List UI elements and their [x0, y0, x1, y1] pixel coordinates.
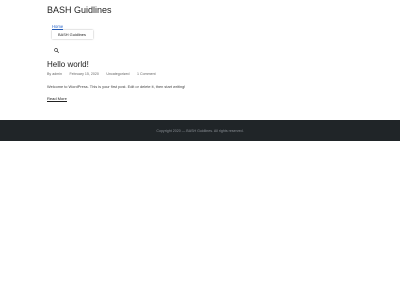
post-meta: By admin February 15, 2020 Uncategorized…	[47, 72, 162, 76]
nav-submenu: BASH Guidlines	[52, 30, 93, 39]
site-footer: Copyright 2020 — BASH Guidlines. All rig…	[0, 120, 400, 141]
search-icon[interactable]	[54, 40, 59, 53]
post-excerpt: Welcome to WordPress. This is your first…	[47, 84, 186, 89]
submenu-item-bash-guidlines[interactable]: BASH Guidlines	[58, 32, 86, 37]
post-author[interactable]: By admin	[47, 72, 62, 76]
footer-copyright: Copyright 2020 — BASH Guidlines. All rig…	[156, 128, 244, 133]
post-category[interactable]: Uncategorized	[106, 72, 129, 76]
read-more-link[interactable]: Read More	[47, 96, 67, 102]
post-date[interactable]: February 15, 2020	[69, 72, 98, 76]
post-comments[interactable]: 1 Comment	[137, 72, 156, 76]
post-title[interactable]: Hello world!	[47, 60, 89, 69]
site-title[interactable]: BASH Guidlines	[47, 5, 112, 15]
